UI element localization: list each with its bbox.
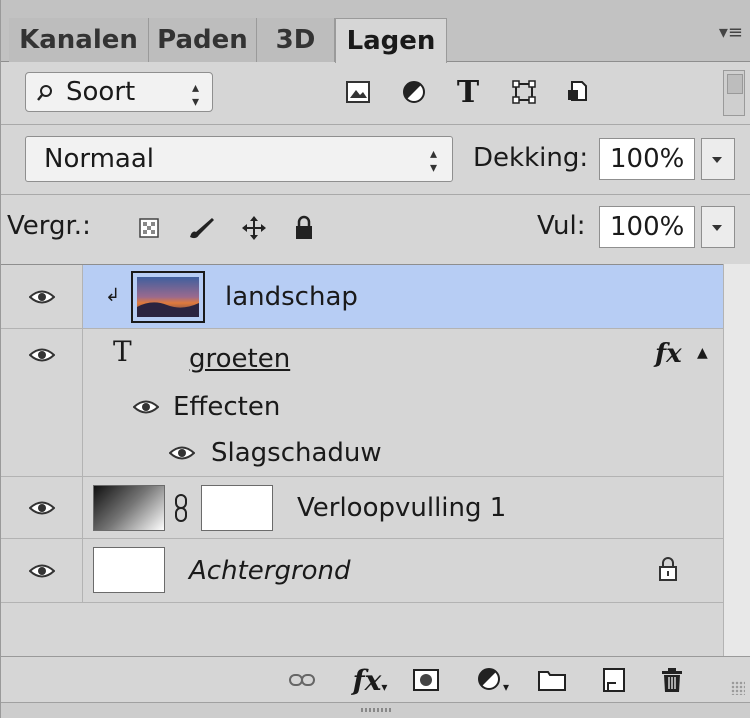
layer-row-verloopvulling[interactable]: Verloopvulling 1 [1,477,723,539]
lock-all-icon[interactable] [289,212,319,244]
search-icon [37,85,52,101]
layer-row-landschap[interactable]: ↲ landschap [1,265,723,329]
resize-grip[interactable] [731,681,745,695]
layer-name[interactable]: groeten [189,341,290,377]
blend-mode-label: Normaal [44,144,155,174]
layer-style-icon[interactable]: fx ▾ [349,663,391,697]
type-filter-icon[interactable]: T [453,75,483,110]
eye-icon[interactable] [29,289,55,305]
visibility-column [1,329,83,476]
layer-list-scrollbar[interactable] [723,264,750,656]
filter-toggle-switch[interactable] [723,70,745,116]
lock-label: Vergr.: [7,211,91,241]
opacity-label: Dekking: [473,143,589,173]
layer-name[interactable]: Verloopvulling 1 [297,490,506,526]
layer-thumbnail[interactable] [131,271,205,323]
blend-mode-select[interactable]: Normaal ▴ ▾ [25,136,453,182]
drag-handle[interactable] [361,708,393,712]
group-icon[interactable] [535,666,569,694]
divider [1,124,750,125]
filter-kind-select[interactable]: Soort ▴ ▾ [25,72,213,112]
chain-link-icon[interactable] [173,493,189,523]
layer-row-groeten[interactable]: T groeten fx ▲ Effecten Slagschaduw [1,329,723,477]
fill-dropdown-button[interactable] [701,206,735,248]
visibility-column [1,477,83,538]
layer-mask-thumbnail[interactable] [201,485,273,531]
smart-object-filter-icon[interactable] [563,76,593,108]
visibility-column [1,265,83,328]
updown-arrows-icon: ▴ ▾ [192,80,200,110]
tab-lagen[interactable]: Lagen [335,18,447,63]
layer-row-achtergrond[interactable]: Achtergrond [1,539,723,603]
effect-item-label[interactable]: Slagschaduw [211,435,382,471]
layer-mask-icon[interactable] [411,666,441,694]
lock-image-icon[interactable] [185,212,217,244]
updown-arrows-icon: ▴ ▾ [430,146,438,176]
fill-input[interactable]: 100% [599,206,695,248]
lock-icon [659,557,677,581]
tab-3d[interactable]: 3D [257,18,335,62]
layer-thumbnail[interactable] [93,547,165,593]
layer-list: ↲ landschap T groeten fx ▲ Effecten Slag… [1,264,723,656]
tab-paden[interactable]: Paden [149,18,257,62]
layers-bottom-toolbar: fx ▾ ▾ [1,656,750,702]
eye-icon[interactable] [133,399,159,415]
eye-icon[interactable] [29,563,55,579]
eye-icon[interactable] [29,500,55,516]
new-layer-icon[interactable] [599,666,629,694]
opacity-dropdown-button[interactable] [701,138,735,180]
filter-kind-label: Soort [66,77,136,107]
visibility-column [1,539,83,602]
text-layer-icon: T [113,335,132,368]
delete-icon[interactable] [657,666,687,694]
collapse-triangle-icon[interactable]: ▲ [697,345,708,361]
effects-label[interactable]: Effecten [173,389,280,425]
shape-filter-icon[interactable] [509,76,539,108]
eye-icon[interactable] [29,347,55,363]
panel-tab-bar: Kanalen Paden 3D Lagen ▾≡ [1,0,750,63]
lock-transparent-icon[interactable] [135,212,163,244]
opacity-input[interactable]: 100% [599,138,695,180]
clipping-arrow-icon: ↲ [105,285,121,306]
divider [1,194,750,195]
image-filter-icon[interactable] [343,76,373,108]
fx-label: fx [352,663,382,697]
link-layers-icon[interactable] [287,666,317,694]
eye-icon[interactable] [169,445,195,461]
lock-position-icon[interactable] [239,212,269,244]
tab-kanalen[interactable]: Kanalen [9,18,149,62]
layer-name[interactable]: Achtergrond [189,553,351,589]
panel-status-bar [1,702,750,718]
fx-icon[interactable]: fx [655,339,682,369]
gradient-thumbnail[interactable] [93,485,165,531]
adjustment-filter-icon[interactable] [399,76,429,108]
layers-panel: Kanalen Paden 3D Lagen ▾≡ Soort ▴ ▾ T Nor… [0,0,750,718]
panel-menu-icon[interactable]: ▾≡ [719,22,743,43]
adjustment-layer-icon[interactable]: ▾ [473,666,513,694]
fill-label: Vul: [537,211,586,241]
layer-name[interactable]: landschap [225,279,358,315]
